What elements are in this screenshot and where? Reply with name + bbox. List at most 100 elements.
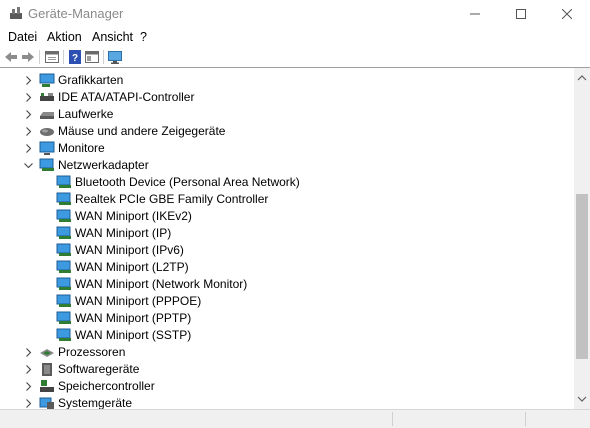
forward-button[interactable] xyxy=(20,49,36,65)
help-icon: ? xyxy=(69,50,81,64)
tree-item-label: Prozessoren xyxy=(58,345,126,359)
scroll-up-icon[interactable] xyxy=(577,74,587,82)
tree-item-monitore[interactable]: Monitore xyxy=(0,140,570,157)
tree-child-label: WAN Miniport (PPTP) xyxy=(75,311,192,325)
monitor-icon xyxy=(39,141,55,155)
tree-item-label: Laufwerke xyxy=(58,107,114,121)
minimize-icon xyxy=(470,13,480,14)
back-button[interactable] xyxy=(3,49,19,65)
toolbar-separator xyxy=(63,50,64,64)
tree-child-label: Realtek PCIe GBE Family Controller xyxy=(75,192,269,206)
network-adapter-icon xyxy=(56,294,71,307)
display-adapter-icon xyxy=(39,73,55,87)
tree-child-realtek[interactable]: Realtek PCIe GBE Family Controller xyxy=(0,191,570,208)
chevron-right-icon[interactable] xyxy=(24,110,33,119)
minimize-button[interactable] xyxy=(452,0,498,27)
menu-help[interactable]: ? xyxy=(140,30,147,44)
software-device-icon xyxy=(42,363,52,376)
tree-child-label: WAN Miniport (PPPOE) xyxy=(75,294,202,308)
scan-hardware-button[interactable] xyxy=(107,49,123,65)
tree-item-label: Monitore xyxy=(58,141,105,155)
ide-controller-icon xyxy=(40,93,54,101)
tree-child-wan-ipv6[interactable]: WAN Miniport (IPv6) xyxy=(0,242,570,259)
tree-item-label: Mäuse und andere Zeigegeräte xyxy=(58,124,226,138)
processor-icon xyxy=(40,349,54,357)
status-divider xyxy=(525,412,526,426)
toolbar-separator xyxy=(39,50,40,64)
chevron-right-icon[interactable] xyxy=(24,382,33,391)
device-manager-icon xyxy=(10,7,22,19)
tree-item-prozessoren[interactable]: Prozessoren xyxy=(0,344,570,361)
help-button[interactable]: ? xyxy=(67,49,83,65)
network-adapter-icon xyxy=(56,243,71,256)
tree-child-label: WAN Miniport (SSTP) xyxy=(75,328,192,342)
tree-item-label: Grafikkarten xyxy=(58,73,124,87)
maximize-icon xyxy=(516,8,526,19)
scrollbar-thumb[interactable] xyxy=(576,194,588,359)
tree-child-wan-pppoe[interactable]: WAN Miniport (PPPOE) xyxy=(0,293,570,310)
tree-item-label: Speichercontroller xyxy=(58,379,155,393)
tree-child-label: WAN Miniport (IKEv2) xyxy=(75,209,192,223)
tree-item-maeuse[interactable]: Mäuse und andere Zeigegeräte xyxy=(0,123,570,140)
toolbar-separator xyxy=(103,50,104,64)
chevron-right-icon[interactable] xyxy=(24,365,33,374)
tree-item-label: IDE ATA/ATAPI-Controller xyxy=(58,90,195,104)
chevron-down-icon[interactable] xyxy=(24,161,33,170)
tree-child-wan-pptp[interactable]: WAN Miniport (PPTP) xyxy=(0,310,570,327)
tree-child-label: WAN Miniport (L2TP) xyxy=(75,260,189,274)
tree-child-label: WAN Miniport (IPv6) xyxy=(75,243,184,257)
menu-datei[interactable]: Datei xyxy=(8,30,37,44)
forward-arrow-icon xyxy=(22,52,34,62)
chevron-right-icon[interactable] xyxy=(24,144,33,153)
tree-child-label: WAN Miniport (IP) xyxy=(75,226,172,240)
properties-button[interactable] xyxy=(44,49,60,65)
toolbar: ? xyxy=(0,47,590,67)
network-adapter-icon xyxy=(56,175,71,188)
back-arrow-icon xyxy=(5,52,17,62)
mouse-icon xyxy=(40,128,54,136)
status-bar xyxy=(0,409,590,428)
tree-item-grafikkarten[interactable]: Grafikkarten xyxy=(0,72,570,89)
tree-child-label: WAN Miniport (Network Monitor) xyxy=(75,277,248,291)
title-bar: Geräte-Manager xyxy=(0,0,590,27)
tree-child-wan-ikev2[interactable]: WAN Miniport (IKEv2) xyxy=(0,208,570,225)
tree-item-label: Softwaregeräte xyxy=(58,362,140,376)
storage-controller-icon xyxy=(40,380,54,392)
tree-item-speichercontroller[interactable]: Speichercontroller xyxy=(0,378,570,395)
tree-item-label: Netzwerkadapter xyxy=(58,158,149,172)
monitor-icon xyxy=(108,50,122,64)
chevron-right-icon[interactable] xyxy=(24,76,33,85)
network-adapter-icon xyxy=(56,328,71,341)
window-title: Geräte-Manager xyxy=(28,6,124,21)
status-divider xyxy=(392,412,393,426)
tree-item-softwaregeraete[interactable]: Softwaregeräte xyxy=(0,361,570,378)
menu-bar: Datei Aktion Ansicht ? xyxy=(0,28,590,47)
view-button[interactable] xyxy=(84,49,100,65)
device-tree: Grafikkarten IDE ATA/ATAPI-Controller La… xyxy=(0,67,590,410)
svg-text:?: ? xyxy=(72,53,78,64)
network-adapter-icon xyxy=(56,226,71,239)
scroll-down-icon[interactable] xyxy=(577,395,587,403)
tree-item-netzwerkadapter[interactable]: Netzwerkadapter xyxy=(0,157,570,174)
properties-icon xyxy=(45,51,59,63)
network-adapter-icon xyxy=(39,158,54,171)
tree-child-wan-network-monitor[interactable]: WAN Miniport (Network Monitor) xyxy=(0,276,570,293)
tree-item-laufwerke[interactable]: Laufwerke xyxy=(0,106,570,123)
maximize-button[interactable] xyxy=(498,0,544,27)
tree-child-wan-l2tp[interactable]: WAN Miniport (L2TP) xyxy=(0,259,570,276)
disk-drive-icon xyxy=(40,112,54,119)
tree-child-bluetooth-device[interactable]: Bluetooth Device (Personal Area Network) xyxy=(0,174,570,191)
chevron-right-icon[interactable] xyxy=(24,127,33,136)
view-icon xyxy=(85,51,99,63)
tree-child-wan-sstp[interactable]: WAN Miniport (SSTP) xyxy=(0,327,570,344)
menu-ansicht[interactable]: Ansicht xyxy=(92,30,133,44)
vertical-scrollbar[interactable] xyxy=(574,68,590,409)
close-button[interactable] xyxy=(544,0,590,27)
chevron-right-icon[interactable] xyxy=(24,93,33,102)
tree-item-ide-controller[interactable]: IDE ATA/ATAPI-Controller xyxy=(0,89,570,106)
tree-child-wan-ip[interactable]: WAN Miniport (IP) xyxy=(0,225,570,242)
menu-aktion[interactable]: Aktion xyxy=(47,30,82,44)
chevron-right-icon[interactable] xyxy=(24,399,33,408)
close-icon xyxy=(562,8,572,19)
chevron-right-icon[interactable] xyxy=(24,348,33,357)
